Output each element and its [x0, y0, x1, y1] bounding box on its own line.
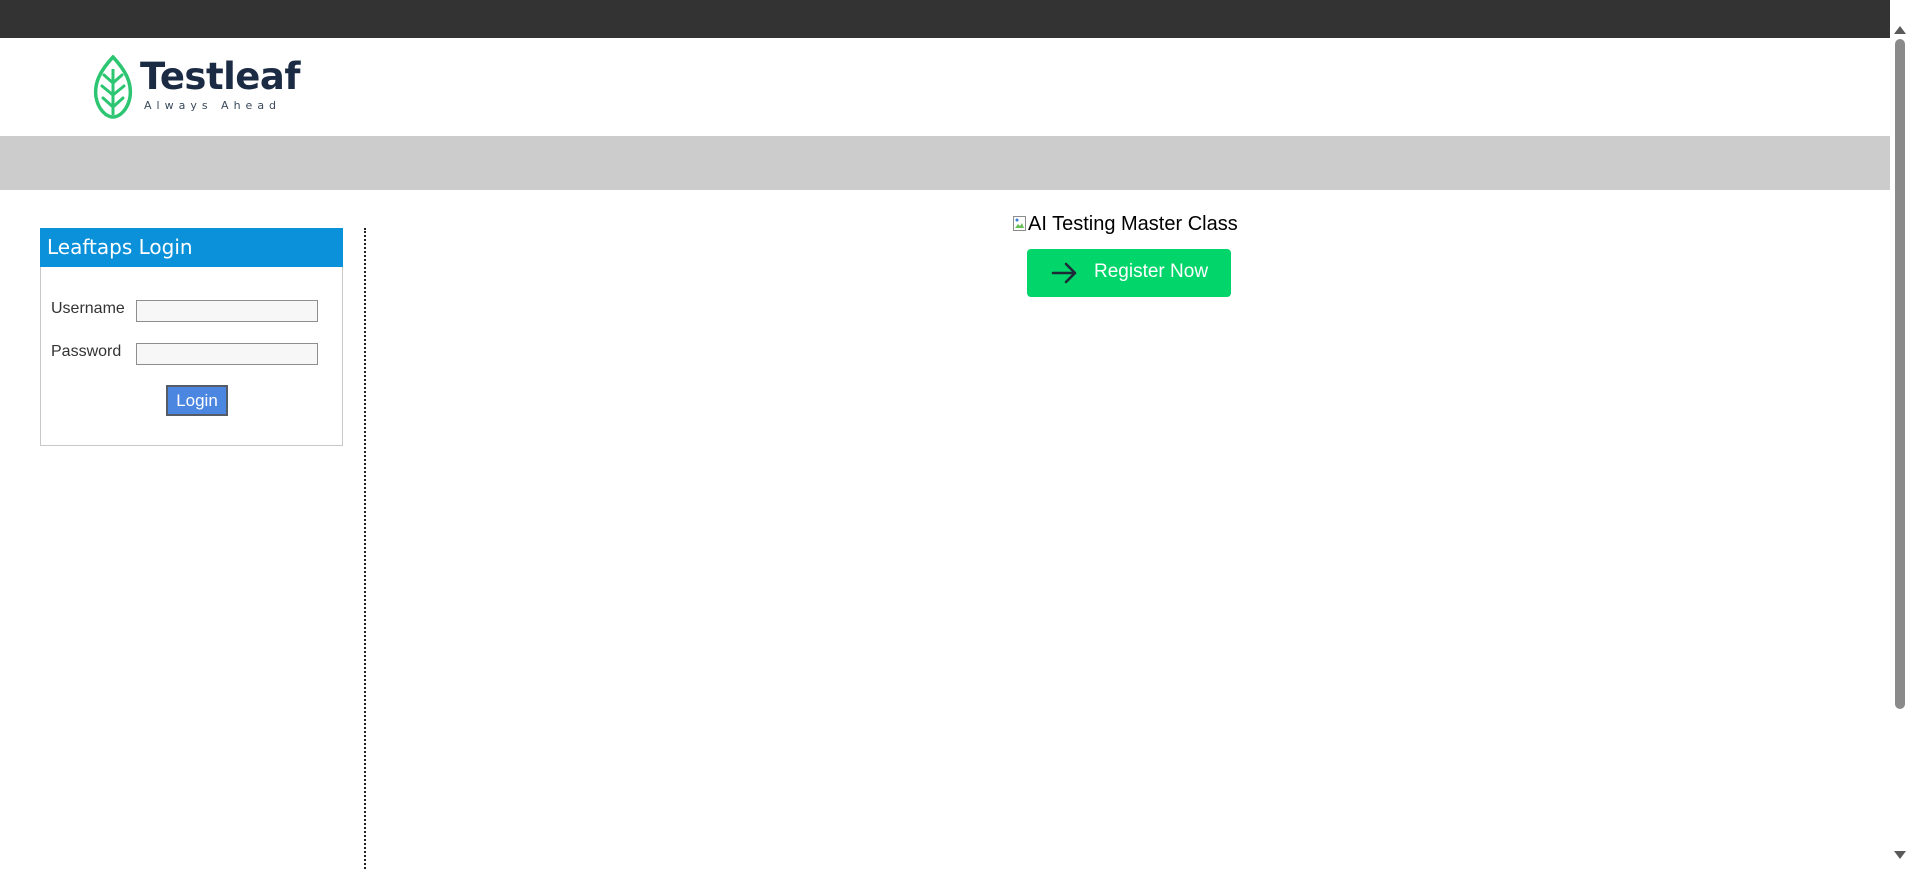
promo-image: AI Testing Master Class — [1013, 211, 1238, 237]
header: Testleaf Always Ahead — [0, 38, 1890, 136]
scroll-down-icon[interactable] — [1894, 851, 1906, 859]
testleaf-logo[interactable]: Testleaf Always Ahead — [92, 55, 300, 119]
scroll-up-icon[interactable] — [1894, 26, 1906, 34]
brand-name: Testleaf — [140, 55, 300, 98]
username-label: Username — [51, 300, 125, 317]
username-input[interactable] — [136, 300, 318, 322]
page-scrollbar[interactable] — [1890, 0, 1910, 869]
password-input[interactable] — [136, 343, 318, 365]
login-panel: Leaftaps Login Username Password Login — [40, 228, 343, 446]
register-now-label: Register Now — [1094, 261, 1209, 282]
leaf-logo-icon — [93, 55, 133, 119]
brand-tagline: Always Ahead — [144, 99, 282, 112]
scrollbar-thumb[interactable] — [1895, 39, 1905, 709]
password-label: Password — [51, 343, 122, 360]
vertical-divider — [364, 228, 366, 869]
broken-image-icon — [1013, 216, 1026, 231]
login-button[interactable]: Login — [166, 385, 228, 416]
top-bar — [0, 0, 1890, 38]
login-title: Leaftaps Login — [40, 228, 343, 267]
navigation-band — [0, 136, 1890, 190]
arrow-right-icon — [1051, 262, 1077, 284]
register-now-button[interactable]: Register Now — [1027, 249, 1231, 297]
promo-image-alt: AI Testing Master Class — [1028, 213, 1238, 235]
